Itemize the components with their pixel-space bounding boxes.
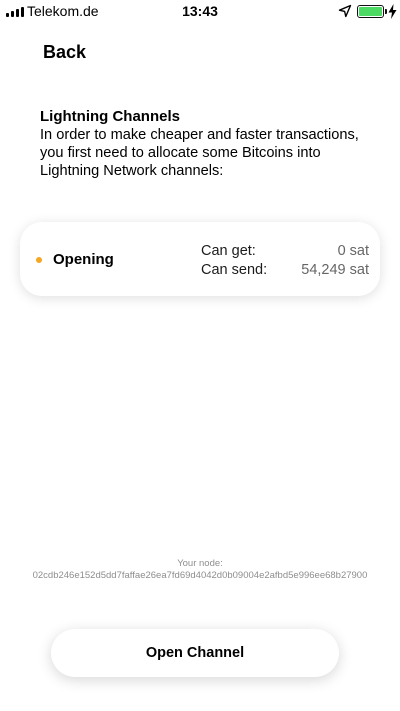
location-arrow-icon (338, 4, 352, 18)
battery-icon (357, 5, 384, 18)
back-button[interactable]: Back (43, 42, 86, 63)
channel-card[interactable]: Opening Can get: 0 sat Can send: 54,249 … (20, 222, 380, 296)
can-get-label: Can get: (201, 243, 256, 259)
node-id: 02cdb246e152d5dd7faffae26ea7fd69d4042d0b… (32, 570, 368, 581)
can-send-label: Can send: (201, 262, 268, 278)
can-send-value: 54,249 sat (301, 262, 369, 278)
status-dot-icon (36, 257, 42, 263)
section-title: Lightning Channels (40, 108, 180, 125)
battery-cap (385, 9, 387, 14)
section-description: In order to make cheaper and faster tran… (40, 127, 359, 179)
channel-status: Opening (53, 251, 114, 268)
battery-level (359, 7, 382, 16)
node-label: Your node: (177, 558, 223, 569)
open-channel-button[interactable]: Open Channel (51, 629, 339, 677)
can-get-value: 0 sat (337, 243, 369, 259)
charging-bolt-icon (388, 4, 397, 19)
status-bar: Telekom.de 13:43 (0, 0, 400, 24)
